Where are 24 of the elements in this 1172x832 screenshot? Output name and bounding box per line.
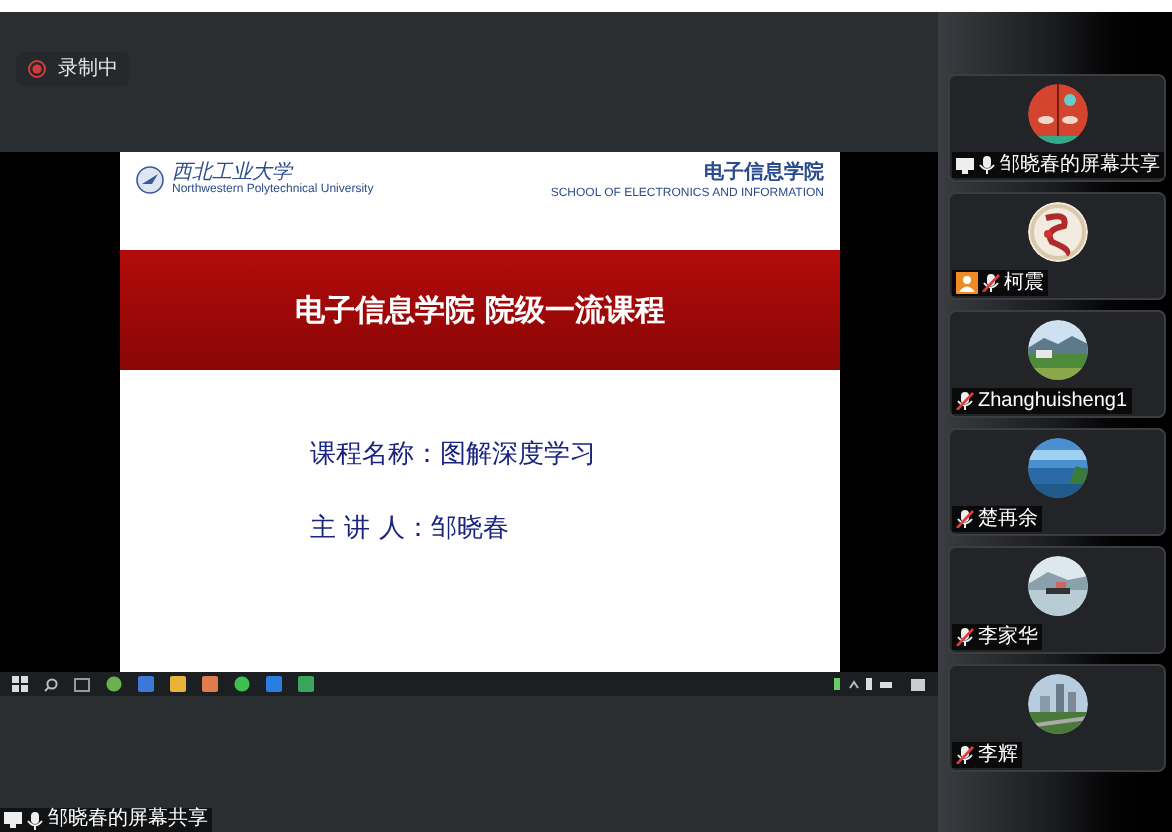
slide-text: 课程名称：图解深度学习 — [310, 438, 598, 474]
tray-icons — [834, 678, 894, 690]
recording-label: 录制中 — [58, 55, 118, 83]
participant-name: 邹晓春的屏幕共享 — [1000, 155, 1160, 175]
participant-name: 楚再余 — [978, 509, 1038, 529]
app-icon — [266, 676, 282, 692]
start-icon — [12, 676, 28, 692]
slide-text: 主 讲 人：邹晓春 — [310, 511, 511, 547]
slide-title: 电子信息学院 院级一流课程 — [294, 289, 666, 332]
participant-name: 柯震 — [1004, 273, 1044, 293]
app-icon — [202, 676, 218, 692]
participant-name: Zhanghuisheng1 — [978, 391, 1128, 411]
screen-share-icon — [4, 812, 22, 828]
record-icon — [28, 59, 46, 77]
school-name: 电子信息学院 — [704, 164, 824, 184]
presenter-label: 邹晓春的屏幕共享 — [48, 810, 208, 830]
emblem-icon — [136, 166, 164, 194]
task-view-icon — [74, 677, 90, 691]
university-name: 西北工业大学 — [172, 164, 294, 184]
participant-name: 李辉 — [978, 745, 1018, 765]
app-icon — [138, 676, 154, 692]
search-icon — [44, 677, 58, 691]
notification-icon — [910, 677, 926, 691]
participant-name: 李家华 — [978, 627, 1038, 647]
